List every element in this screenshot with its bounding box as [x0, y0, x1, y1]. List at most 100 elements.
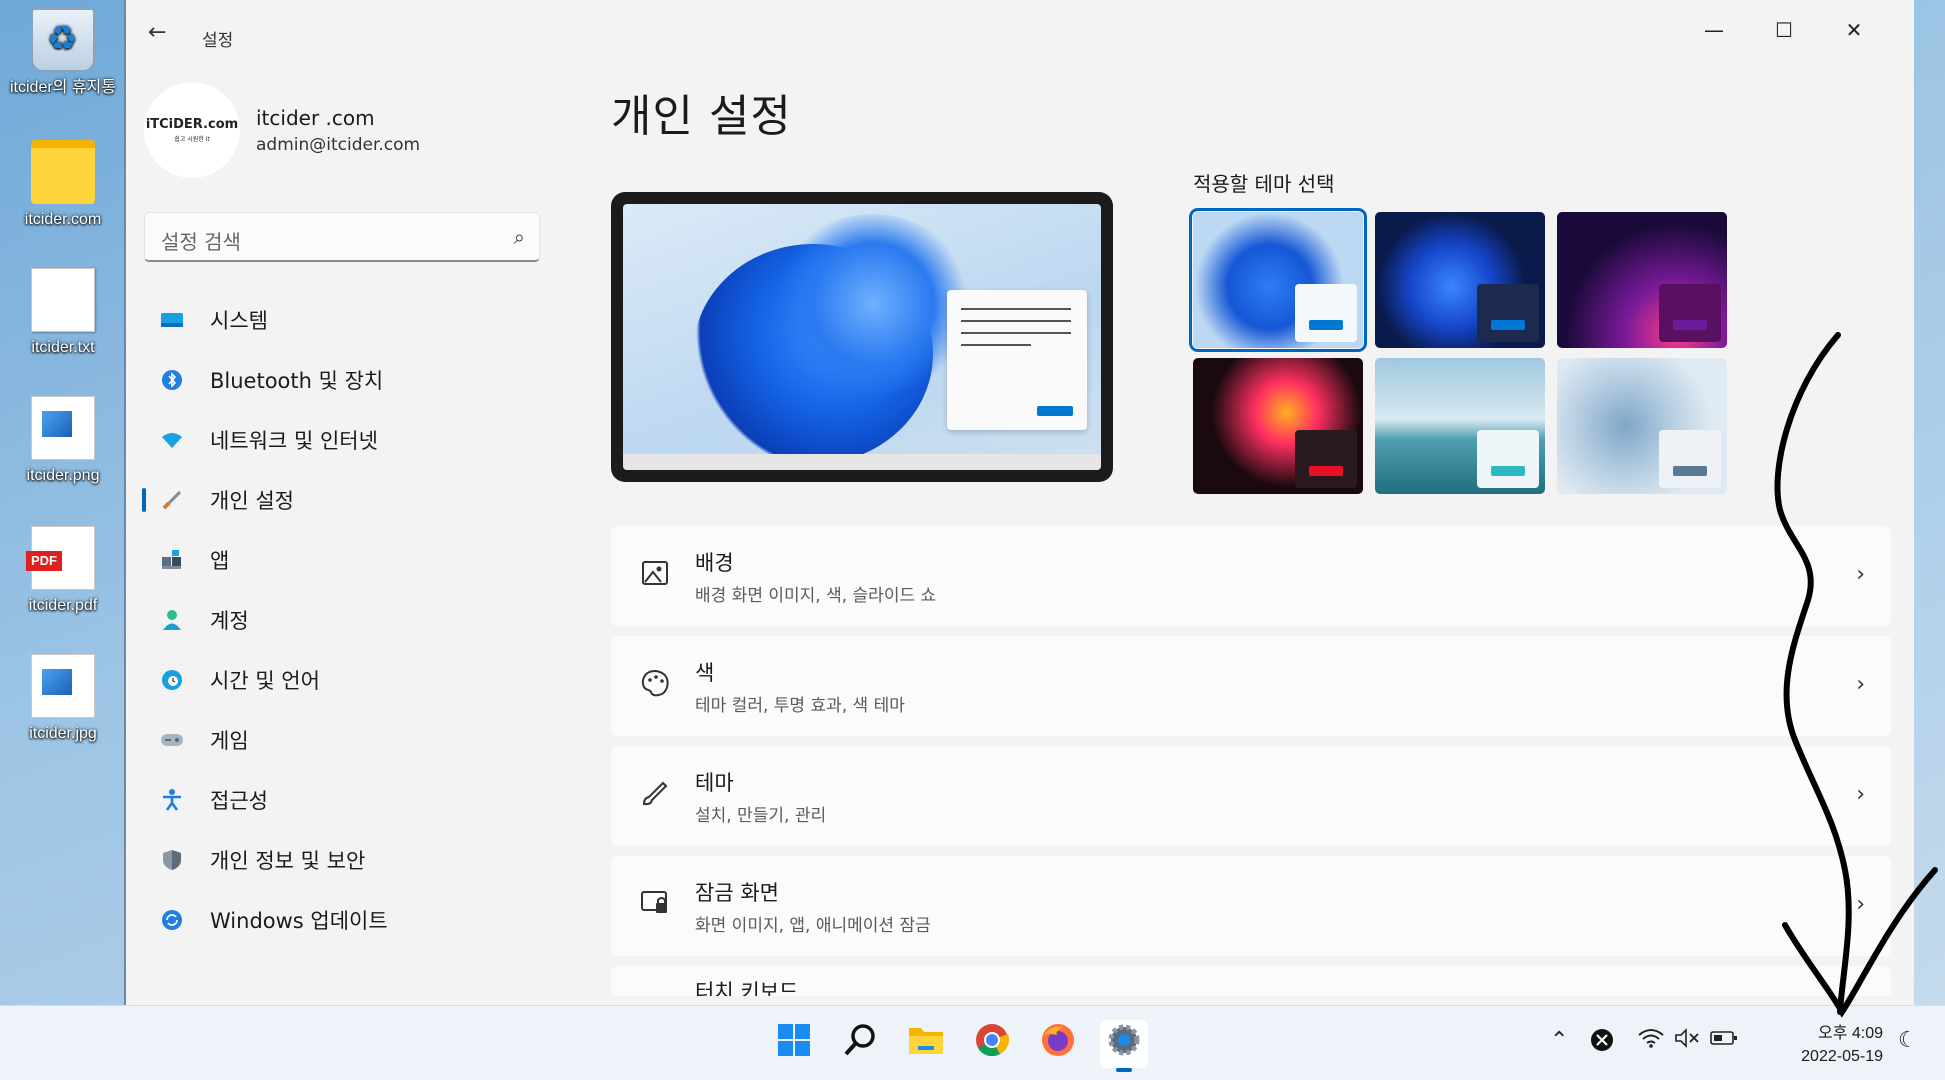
desktop-icon-label: itcider의 휴지통 [9, 79, 116, 96]
setting-row-touch-keyboard[interactable]: 터치 키보드 [611, 966, 1891, 996]
sidebar-item-label: 접근성 [210, 789, 268, 813]
file-explorer-button[interactable] [902, 1020, 950, 1068]
sidebar-item-time-language[interactable]: 시간 및 언어 [144, 650, 584, 710]
sidebar-item-label: 개인 설정 [210, 489, 294, 513]
sidebar-item-system[interactable]: 시스템 [144, 290, 584, 350]
speaker-muted-icon [1674, 1028, 1700, 1054]
sidebar-item-accessibility[interactable]: 접근성 [144, 770, 584, 830]
setting-description: 테마 컬러, 투명 효과, 색 테마 [695, 695, 905, 716]
desktop-icon-label: itcider.pdf [28, 597, 98, 614]
setting-title: 터치 키보드 [695, 980, 799, 996]
desktop-icon-label: itcider.com [24, 211, 102, 228]
text-file-icon [31, 268, 95, 332]
theme-tile-windows-light[interactable] [1189, 208, 1367, 352]
settings-app-button[interactable] [1100, 1020, 1148, 1072]
sidebar-item-network[interactable]: 네트워크 및 인터넷 [144, 410, 584, 470]
battery-status[interactable] [1710, 1028, 1738, 1053]
setting-row-themes[interactable]: 테마 설치, 만들기, 관리 › [611, 746, 1891, 846]
gamepad-icon [158, 726, 186, 754]
search-input[interactable]: 설정 검색 ⌕ [144, 212, 540, 262]
setting-row-background[interactable]: 배경 배경 화면 이미지, 색, 슬라이드 쇼 › [611, 526, 1891, 626]
avatar: iTCiDER.com 쉽고 시원한 it [144, 82, 240, 178]
image-file-icon [31, 654, 95, 718]
theme-tile-captured-motion[interactable] [1193, 358, 1363, 494]
settings-gear-icon [1107, 1023, 1141, 1065]
user-profile[interactable]: iTCiDER.com 쉽고 시원한 it itcider .com admin… [144, 80, 584, 180]
theme-mini-window [1477, 430, 1539, 488]
avatar-logo-subtext: 쉽고 시원한 it [174, 136, 210, 143]
setting-title: 잠금 화면 [695, 880, 779, 905]
setting-description: 화면 이미지, 앱, 애니메이션 잠금 [695, 915, 931, 936]
maximize-button[interactable]: ☐ [1754, 12, 1814, 48]
monitor-icon [158, 306, 186, 334]
sidebar-item-label: 앱 [210, 549, 230, 573]
brush-icon [158, 486, 186, 514]
arrow-left-icon: ← [148, 20, 167, 45]
wifi-icon [1638, 1029, 1664, 1054]
theme-tile-glow[interactable] [1557, 212, 1727, 348]
search-icon: ⌕ [513, 225, 525, 249]
brush-icon [635, 779, 675, 814]
sidebar-item-label: 개인 정보 및 보안 [210, 849, 366, 873]
sidebar-item-privacy-security[interactable]: 개인 정보 및 보안 [144, 830, 584, 890]
sidebar-item-accounts[interactable]: 계정 [144, 590, 584, 650]
theme-mini-window [1477, 284, 1539, 342]
close-button[interactable]: ✕ [1824, 12, 1884, 48]
firefox-icon [1041, 1023, 1075, 1065]
sidebar-item-gaming[interactable]: 게임 [144, 710, 584, 770]
back-button[interactable]: ← [148, 20, 166, 45]
desktop-icon-png[interactable]: itcider.png [8, 396, 118, 486]
theme-tile-flow[interactable] [1557, 358, 1727, 494]
desktop-icon-label: itcider.jpg [29, 725, 97, 742]
sidebar-item-personalization[interactable]: 개인 설정 [142, 470, 584, 530]
tray-overflow-button[interactable]: ⌃ [1550, 1028, 1568, 1053]
theme-mini-window [1659, 284, 1721, 342]
wifi-icon [158, 426, 186, 454]
minimize-button[interactable]: — [1684, 12, 1744, 48]
theme-mini-window [1659, 430, 1721, 488]
active-indicator [142, 488, 146, 512]
setting-title: 배경 [695, 550, 734, 575]
tray-app-icon[interactable] [1590, 1028, 1614, 1058]
desktop-icon-pdf[interactable]: PDF itcider.pdf [8, 526, 118, 616]
setting-row-colors[interactable]: 색 테마 컬러, 투명 효과, 색 테마 › [611, 636, 1891, 736]
apps-icon [158, 546, 186, 574]
sidebar-item-label: 계정 [210, 609, 249, 633]
close-circle-icon [1590, 1029, 1614, 1058]
setting-description: 배경 화면 이미지, 색, 슬라이드 쇼 [695, 585, 937, 606]
setting-row-lock-screen[interactable]: 잠금 화면 화면 이미지, 앱, 애니메이션 잠금 › [611, 856, 1891, 956]
taskbar-clock[interactable]: 오후 4:09 2022-05-19 [1801, 1022, 1883, 1068]
moon-icon: ☾ [1898, 1028, 1918, 1053]
clock-globe-icon [158, 666, 186, 694]
chrome-button[interactable] [968, 1020, 1016, 1068]
network-status[interactable] [1638, 1028, 1664, 1054]
palette-icon [635, 669, 675, 704]
start-button[interactable] [770, 1020, 818, 1068]
desktop-icon-jpg[interactable]: itcider.jpg [8, 654, 118, 744]
focus-assist-button[interactable]: ☾ [1898, 1028, 1918, 1053]
desktop-icon-folder[interactable]: itcider.com [8, 140, 118, 230]
theme-tile-windows-dark[interactable] [1375, 212, 1545, 348]
battery-icon [1710, 1028, 1738, 1053]
start-icon [777, 1023, 811, 1065]
theme-preview [611, 192, 1113, 482]
sidebar-item-bluetooth[interactable]: Bluetooth 및 장치 [144, 350, 584, 410]
profile-email: admin@itcider.com [256, 134, 421, 155]
desktop-icon-recycle-bin[interactable]: itcider의 휴지통 [8, 8, 118, 98]
page-title: 개인 설정 [611, 91, 792, 142]
volume-status[interactable] [1674, 1028, 1700, 1054]
desktop-icon-txt[interactable]: itcider.txt [8, 268, 118, 358]
file-explorer-icon [908, 1024, 944, 1064]
taskbar-search-button[interactable] [836, 1020, 884, 1068]
firefox-button[interactable] [1034, 1020, 1082, 1068]
pdf-file-icon: PDF [26, 526, 95, 590]
desktop: itcider의 휴지통 itcider.com itcider.txt itc… [0, 0, 124, 1010]
chevron-right-icon: › [1856, 562, 1865, 587]
sidebar-item-label: 네트워크 및 인터넷 [210, 429, 378, 453]
preview-taskbar [623, 454, 1101, 470]
theme-tile-sunrise[interactable] [1375, 358, 1545, 494]
sidebar-item-apps[interactable]: 앱 [144, 530, 584, 590]
themes-heading: 적용할 테마 선택 [1193, 172, 1335, 196]
theme-mini-window [1295, 430, 1357, 488]
sidebar-item-windows-update[interactable]: Windows 업데이트 [144, 890, 584, 950]
